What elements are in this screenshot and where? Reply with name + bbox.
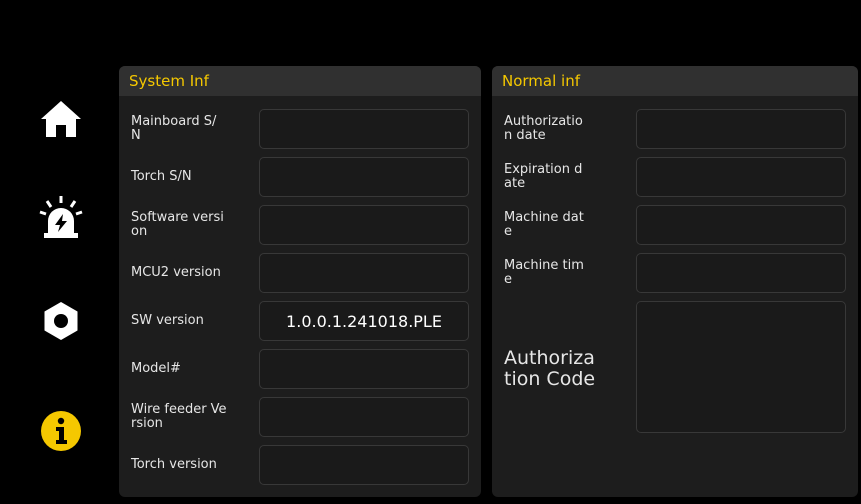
row-label: Authorizatio n date — [504, 114, 583, 143]
system-info-panel: System Inf Mainboard S/ N Torch S/N Soft… — [119, 66, 481, 497]
info-row-mainboard-sn: Mainboard S/ N — [119, 109, 481, 149]
info-row-machine-date: Machine dat e — [492, 205, 858, 245]
normal-info-panel: Normal inf Authorizatio n date Expiratio… — [492, 66, 858, 497]
row-label: Torch S/N — [131, 169, 192, 184]
row-label: Wire feeder Ve rsion — [131, 402, 227, 431]
info-row-software-version: Software versi on — [119, 205, 481, 245]
authorization-code-field[interactable] — [636, 301, 846, 433]
info-row-expiration-date: Expiration d ate — [492, 157, 858, 197]
software-version-field — [259, 205, 469, 245]
info-row-machine-time: Machine tim e — [492, 253, 858, 293]
row-label: MCU2 version — [131, 265, 221, 280]
row-label: Torch version — [131, 457, 217, 472]
panel-title: Normal inf — [492, 66, 858, 96]
info-button[interactable] — [36, 406, 86, 456]
info-row-torch-version: Torch version — [119, 445, 481, 485]
home-button[interactable] — [36, 94, 86, 144]
wire-feeder-version-field — [259, 397, 469, 437]
side-nav — [0, 0, 120, 504]
authorization-date-field — [636, 109, 846, 149]
info-row-mcu2-version: MCU2 version — [119, 253, 481, 293]
home-icon — [41, 101, 81, 137]
info-row-authorization-date: Authorizatio n date — [492, 109, 858, 149]
info-row-wire-feeder-version: Wire feeder Ve rsion — [119, 397, 481, 437]
info-row-torch-sn: Torch S/N — [119, 157, 481, 197]
sw-version-field: 1.0.0.1.241018.PLE — [259, 301, 469, 341]
row-label: Machine tim e — [504, 258, 584, 287]
panel-title: System Inf — [119, 66, 481, 96]
info-row-model: Model# — [119, 349, 481, 389]
authorization-code-label: Authoriza tion Code — [504, 347, 596, 390]
info-row-sw-version: SW version 1.0.0.1.241018.PLE — [119, 301, 481, 341]
row-label: Machine dat e — [504, 210, 584, 239]
machine-time-field — [636, 253, 846, 293]
mainboard-sn-field — [259, 109, 469, 149]
row-label: Expiration d ate — [504, 162, 583, 191]
row-label: SW version — [131, 313, 204, 328]
expiration-date-field — [636, 157, 846, 197]
torch-version-field — [259, 445, 469, 485]
model-field — [259, 349, 469, 389]
row-label: Software versi on — [131, 210, 224, 239]
torch-sn-field — [259, 157, 469, 197]
machine-date-field — [636, 205, 846, 245]
alarm-button[interactable] — [36, 192, 86, 242]
row-label: Mainboard S/ N — [131, 114, 217, 143]
settings-button[interactable] — [36, 296, 86, 346]
row-label: Model# — [131, 361, 181, 376]
alarm-icon — [39, 196, 83, 238]
mcu2-version-field — [259, 253, 469, 293]
info-icon — [41, 411, 81, 451]
gear-icon — [44, 302, 78, 340]
